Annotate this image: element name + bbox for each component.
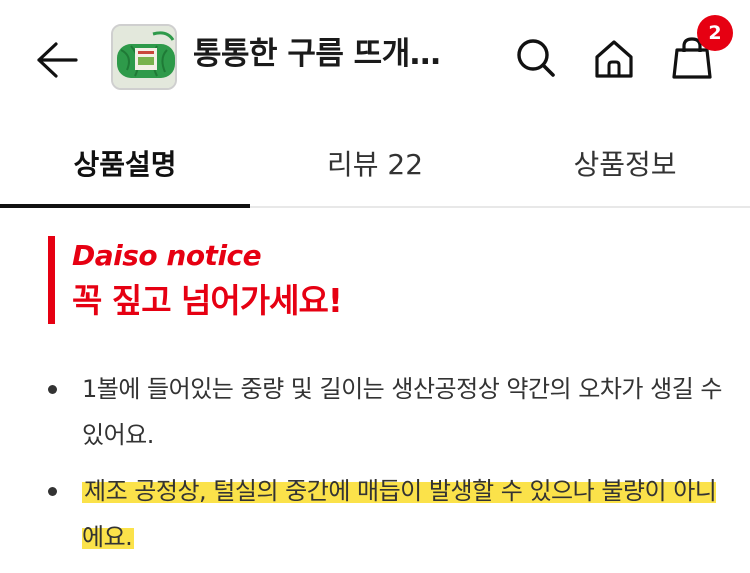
- back-button[interactable]: [30, 34, 82, 86]
- top-app-bar: 통통한 구름 뜨개… 2: [0, 0, 750, 110]
- tab-product-description[interactable]: 상품설명: [0, 118, 250, 208]
- search-button[interactable]: [510, 30, 562, 86]
- yarn-image: [113, 26, 175, 88]
- bullet-icon: [48, 487, 57, 496]
- cart-count-badge: 2: [697, 15, 733, 51]
- bullet-icon: [48, 385, 57, 394]
- home-button[interactable]: [588, 30, 640, 86]
- notice-title-ko: 꼭 짚고 넘어가세요!: [72, 281, 343, 320]
- product-title: 통통한 구름 뜨개…: [193, 36, 441, 72]
- notice-accent-bar: [48, 236, 55, 324]
- bullet-text: 1볼에 들어있는 중량 및 길이는 생산공정상 약간의 오차가 생길 수 있어요…: [82, 375, 723, 449]
- product-thumbnail[interactable]: [111, 24, 177, 90]
- notice-title-en: Daiso notice: [72, 239, 262, 272]
- daiso-notice: Daiso notice 꼭 짚고 넘어가세요!: [48, 236, 648, 324]
- bullet-text-highlighted: 제조 공정상, 털실의 중간에 매듭이 발생할 수 있으나 불량이 아니에요.: [82, 477, 717, 551]
- notice-bullet-list: 1볼에 들어있는 중량 및 길이는 생산공정상 약간의 오차가 생길 수 있어요…: [40, 366, 730, 570]
- list-item: 1볼에 들어있는 중량 및 길이는 생산공정상 약간의 오차가 생길 수 있어요…: [40, 366, 730, 458]
- search-icon: [517, 39, 555, 77]
- active-tab-indicator: [0, 204, 250, 208]
- tab-reviews[interactable]: 리뷰 22: [250, 118, 500, 208]
- product-tabs: 상품설명 리뷰 22 상품정보: [0, 118, 750, 208]
- home-icon: [595, 40, 633, 78]
- arrow-left-icon: [37, 42, 78, 78]
- list-item: 제조 공정상, 털실의 중간에 매듭이 발생할 수 있으나 불량이 아니에요.: [40, 468, 730, 560]
- tab-product-info[interactable]: 상품정보: [500, 118, 750, 208]
